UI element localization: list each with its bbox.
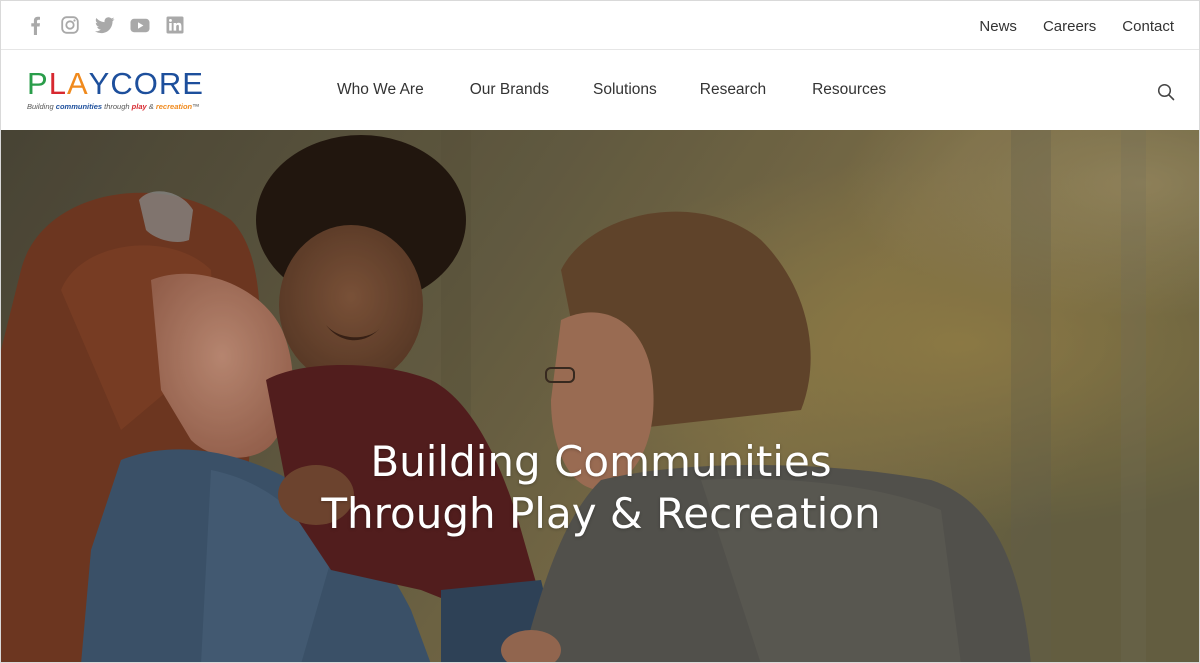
tagline-part: &	[146, 102, 156, 111]
main-header: P L A Y C O R E Building communities thr…	[1, 50, 1199, 130]
contact-link[interactable]: Contact	[1122, 18, 1174, 36]
logo-letter: C	[110, 66, 134, 101]
instagram-icon[interactable]	[60, 15, 80, 35]
tagline-part: Building	[27, 102, 56, 111]
search-icon[interactable]	[1157, 83, 1175, 101]
logo-letter: L	[48, 66, 67, 101]
youtube-icon[interactable]	[130, 15, 150, 35]
hero-banner: Building Communities Through Play & Recr…	[1, 130, 1199, 662]
hero-photo	[1, 130, 1199, 662]
tagline-part: ™	[192, 102, 200, 111]
nav-research[interactable]: Research	[700, 80, 766, 100]
news-link[interactable]: News	[979, 18, 1017, 36]
page: News Careers Contact P L A Y C O R E Bui…	[0, 0, 1200, 663]
logo-letter: R	[158, 66, 183, 101]
nav-solutions[interactable]: Solutions	[593, 80, 657, 100]
facebook-icon[interactable]	[25, 15, 45, 35]
linkedin-icon[interactable]	[165, 15, 185, 35]
logo-letter: O	[133, 66, 159, 101]
social-links	[25, 15, 185, 35]
tagline-part: through	[102, 102, 132, 111]
logo-letter: Y	[88, 66, 111, 101]
playcore-logo[interactable]: P L A Y C O R E Building communities thr…	[27, 68, 207, 114]
hero-headline-line2: Through Play & Recreation	[321, 489, 881, 538]
utility-links: News Careers Contact	[979, 18, 1174, 36]
logo-tagline: Building communities through play & recr…	[27, 102, 207, 111]
twitter-icon[interactable]	[95, 15, 115, 35]
logo-letter: E	[182, 66, 204, 101]
nav-who-we-are[interactable]: Who We Are	[337, 80, 424, 100]
tagline-part: play	[131, 102, 147, 111]
logo-wordmark: P L A Y C O R E	[27, 68, 207, 100]
careers-link[interactable]: Careers	[1043, 18, 1096, 36]
nav-our-brands[interactable]: Our Brands	[470, 80, 549, 100]
hero-headline: Building Communities Through Play & Recr…	[1, 436, 1199, 540]
hero-headline-line1: Building Communities	[370, 437, 832, 486]
logo-letter: P	[27, 66, 49, 101]
tagline-part: recreation	[155, 102, 193, 111]
tagline-part: communities	[55, 102, 103, 111]
logo-letter: A	[66, 66, 89, 101]
nav-resources[interactable]: Resources	[812, 80, 886, 100]
utility-bar: News Careers Contact	[1, 1, 1199, 50]
main-nav: Who We Are Our Brands Solutions Research…	[337, 80, 886, 100]
